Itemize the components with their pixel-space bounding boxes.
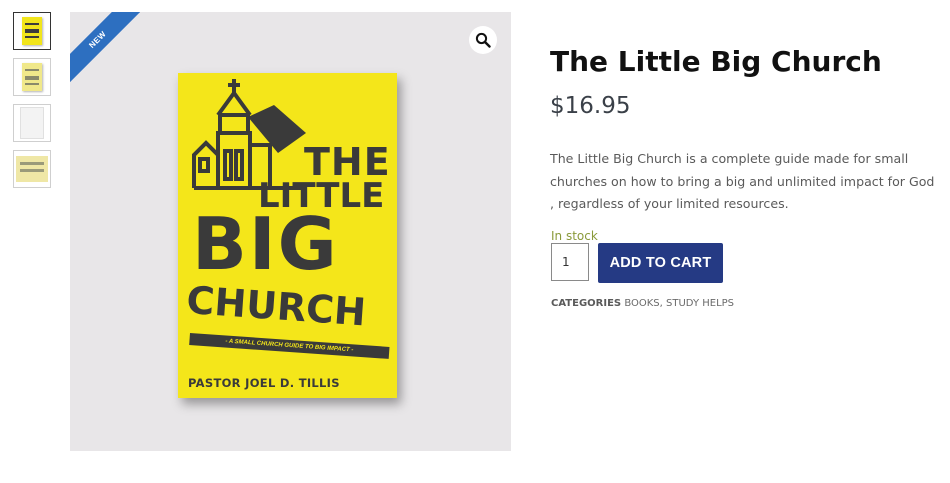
stock-status: In stock (551, 229, 598, 243)
product-description: The Little Big Church is a complete guid… (550, 151, 935, 211)
quantity-input[interactable] (551, 243, 589, 281)
category-link-books[interactable]: BOOKS (624, 298, 659, 309)
magnifier-icon (475, 32, 491, 48)
thumbnail-cover-front[interactable] (13, 12, 51, 50)
thumbnail-image (22, 17, 42, 45)
zoom-button[interactable] (469, 26, 497, 54)
product-title: The Little Big Church (550, 45, 882, 78)
thumbnail-image (22, 63, 42, 91)
thumbnail-back[interactable] (13, 150, 51, 188)
add-to-cart-button[interactable]: ADD TO CART (598, 243, 723, 283)
product-price: $16.95 (550, 93, 631, 119)
new-badge-label: NEW (70, 12, 140, 82)
category-link-study-helps[interactable]: STUDY HELPS (666, 298, 734, 309)
cover-author: PASTOR JOEL D. TILLIS (188, 376, 340, 390)
thumbnail-image (16, 156, 48, 182)
thumbnail-image (20, 107, 44, 139)
product-categories: CATEGORIES BOOKS, STUDY HELPS (551, 298, 734, 309)
thumbnail-cover-alt[interactable] (13, 58, 51, 96)
product-gallery[interactable]: NEW THE LITTLE BIG CHURCH - A SMALL CHUR… (70, 12, 511, 451)
thumbnail-pages[interactable] (13, 104, 51, 142)
new-badge: NEW (70, 12, 140, 82)
category-separator: , (659, 298, 663, 309)
book-cover-image: THE LITTLE BIG CHURCH - A SMALL CHURCH G… (178, 73, 397, 398)
cover-title-big: BIG (192, 202, 339, 286)
cover-title-church: CHURCH (185, 278, 368, 335)
thumbnail-strip (13, 12, 53, 196)
categories-label: CATEGORIES (551, 298, 622, 309)
